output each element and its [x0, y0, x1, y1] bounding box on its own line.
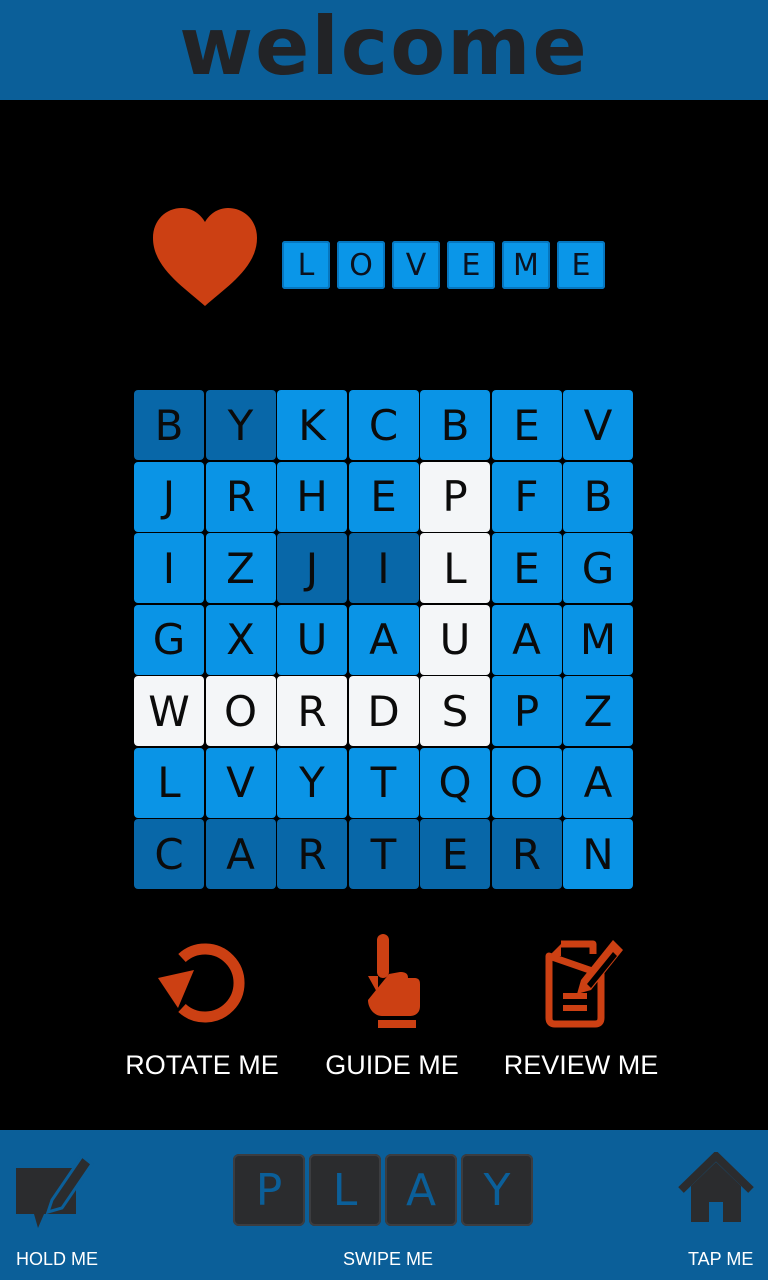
grid-cell[interactable]: K [277, 390, 347, 460]
grid-cell[interactable]: L [134, 747, 204, 818]
home-icon[interactable] [677, 1152, 755, 1224]
review-label: REVIEW ME [503, 1050, 659, 1080]
chat-edit-icon[interactable] [14, 1152, 94, 1230]
guide-button[interactable]: GUIDE ME [292, 930, 492, 1081]
grid-cell[interactable]: Q [420, 747, 490, 818]
grid-cell[interactable]: F [491, 461, 562, 532]
play-letter-tile: L [309, 1154, 381, 1226]
play-letter-tile: Y [461, 1154, 533, 1226]
grid-cell[interactable]: E [491, 390, 562, 460]
hint-letter-tile: E [557, 241, 605, 289]
grid-cell[interactable]: T [348, 819, 419, 889]
rotate-icon [158, 943, 245, 1023]
grid-cell[interactable]: R [277, 676, 347, 746]
grid-cell[interactable]: Y [205, 390, 276, 460]
grid-cell[interactable]: E [491, 533, 562, 603]
grid-cell[interactable]: Y [277, 747, 347, 818]
grid-cell[interactable]: G [563, 533, 633, 603]
header-bar: welcome [0, 0, 768, 100]
grid-cell[interactable]: R [491, 819, 562, 889]
grid-cell[interactable]: N [563, 819, 633, 889]
grid-cell[interactable]: L [420, 533, 490, 603]
grid-cell[interactable]: I [348, 533, 419, 603]
grid-cell[interactable]: X [205, 604, 276, 675]
guide-label: GUIDE ME [325, 1050, 459, 1080]
letter-grid[interactable]: BYKCBEVJRHEPFBIZJILEGGXUAUAMWORDSPZLVYTQ… [134, 390, 634, 890]
grid-cell[interactable]: R [205, 461, 276, 532]
grid-cell[interactable]: D [348, 676, 419, 746]
hint-letter-tile: V [392, 241, 440, 289]
grid-cell[interactable]: R [277, 819, 347, 889]
hold-me-label: HOLD ME [16, 1249, 99, 1269]
grid-cell[interactable]: U [277, 604, 347, 675]
hint-letter-tile: O [337, 241, 385, 289]
grid-cell[interactable]: V [205, 747, 276, 818]
grid-cell[interactable]: A [563, 747, 633, 818]
grid-cell[interactable]: J [134, 461, 204, 532]
rotate-label: ROTATE ME [125, 1050, 279, 1080]
grid-cell[interactable]: U [420, 604, 490, 675]
grid-cell[interactable]: E [420, 819, 490, 889]
pointing-hand-icon [368, 934, 420, 1028]
grid-cell[interactable]: T [348, 747, 419, 818]
grid-cell[interactable]: H [277, 461, 347, 532]
grid-cell[interactable]: G [134, 604, 204, 675]
hint-letter-tile: E [447, 241, 495, 289]
play-button[interactable]: P L A Y [233, 1154, 533, 1226]
grid-cell[interactable]: S [420, 676, 490, 746]
hint-word: L O V E M E [282, 241, 605, 289]
grid-cell[interactable]: O [491, 747, 562, 818]
grid-cell[interactable]: B [420, 390, 490, 460]
grid-cell[interactable]: Z [205, 533, 276, 603]
grid-cell[interactable]: C [134, 819, 204, 889]
grid-cell[interactable]: B [134, 390, 204, 460]
review-button[interactable]: REVIEW ME [481, 930, 681, 1081]
grid-cell[interactable]: P [491, 676, 562, 746]
tap-me-label: TAP ME [688, 1249, 754, 1269]
grid-cell[interactable]: I [134, 533, 204, 603]
grid-cell[interactable]: W [134, 676, 204, 746]
page-title: welcome [179, 0, 589, 93]
grid-cell[interactable]: C [348, 390, 419, 460]
grid-cell[interactable]: Z [563, 676, 633, 746]
grid-cell[interactable]: A [491, 604, 562, 675]
hint-letter-tile: M [502, 241, 550, 289]
grid-cell[interactable]: P [420, 461, 490, 532]
rotate-button[interactable]: ROTATE ME [102, 930, 302, 1081]
play-letter-tile: A [385, 1154, 457, 1226]
play-letter-tile: P [233, 1154, 305, 1226]
grid-cell[interactable]: B [563, 461, 633, 532]
grid-cell[interactable]: O [205, 676, 276, 746]
edit-document-icon [545, 940, 623, 1028]
grid-cell[interactable]: A [348, 604, 419, 675]
heart-icon [153, 208, 257, 306]
grid-cell[interactable]: M [563, 604, 633, 675]
grid-cell[interactable]: J [277, 533, 347, 603]
grid-cell[interactable]: A [205, 819, 276, 889]
swipe-me-label: SWIPE ME [343, 1249, 434, 1269]
grid-cell[interactable]: V [563, 390, 633, 460]
grid-cell[interactable]: E [348, 461, 419, 532]
hint-letter-tile: L [282, 241, 330, 289]
